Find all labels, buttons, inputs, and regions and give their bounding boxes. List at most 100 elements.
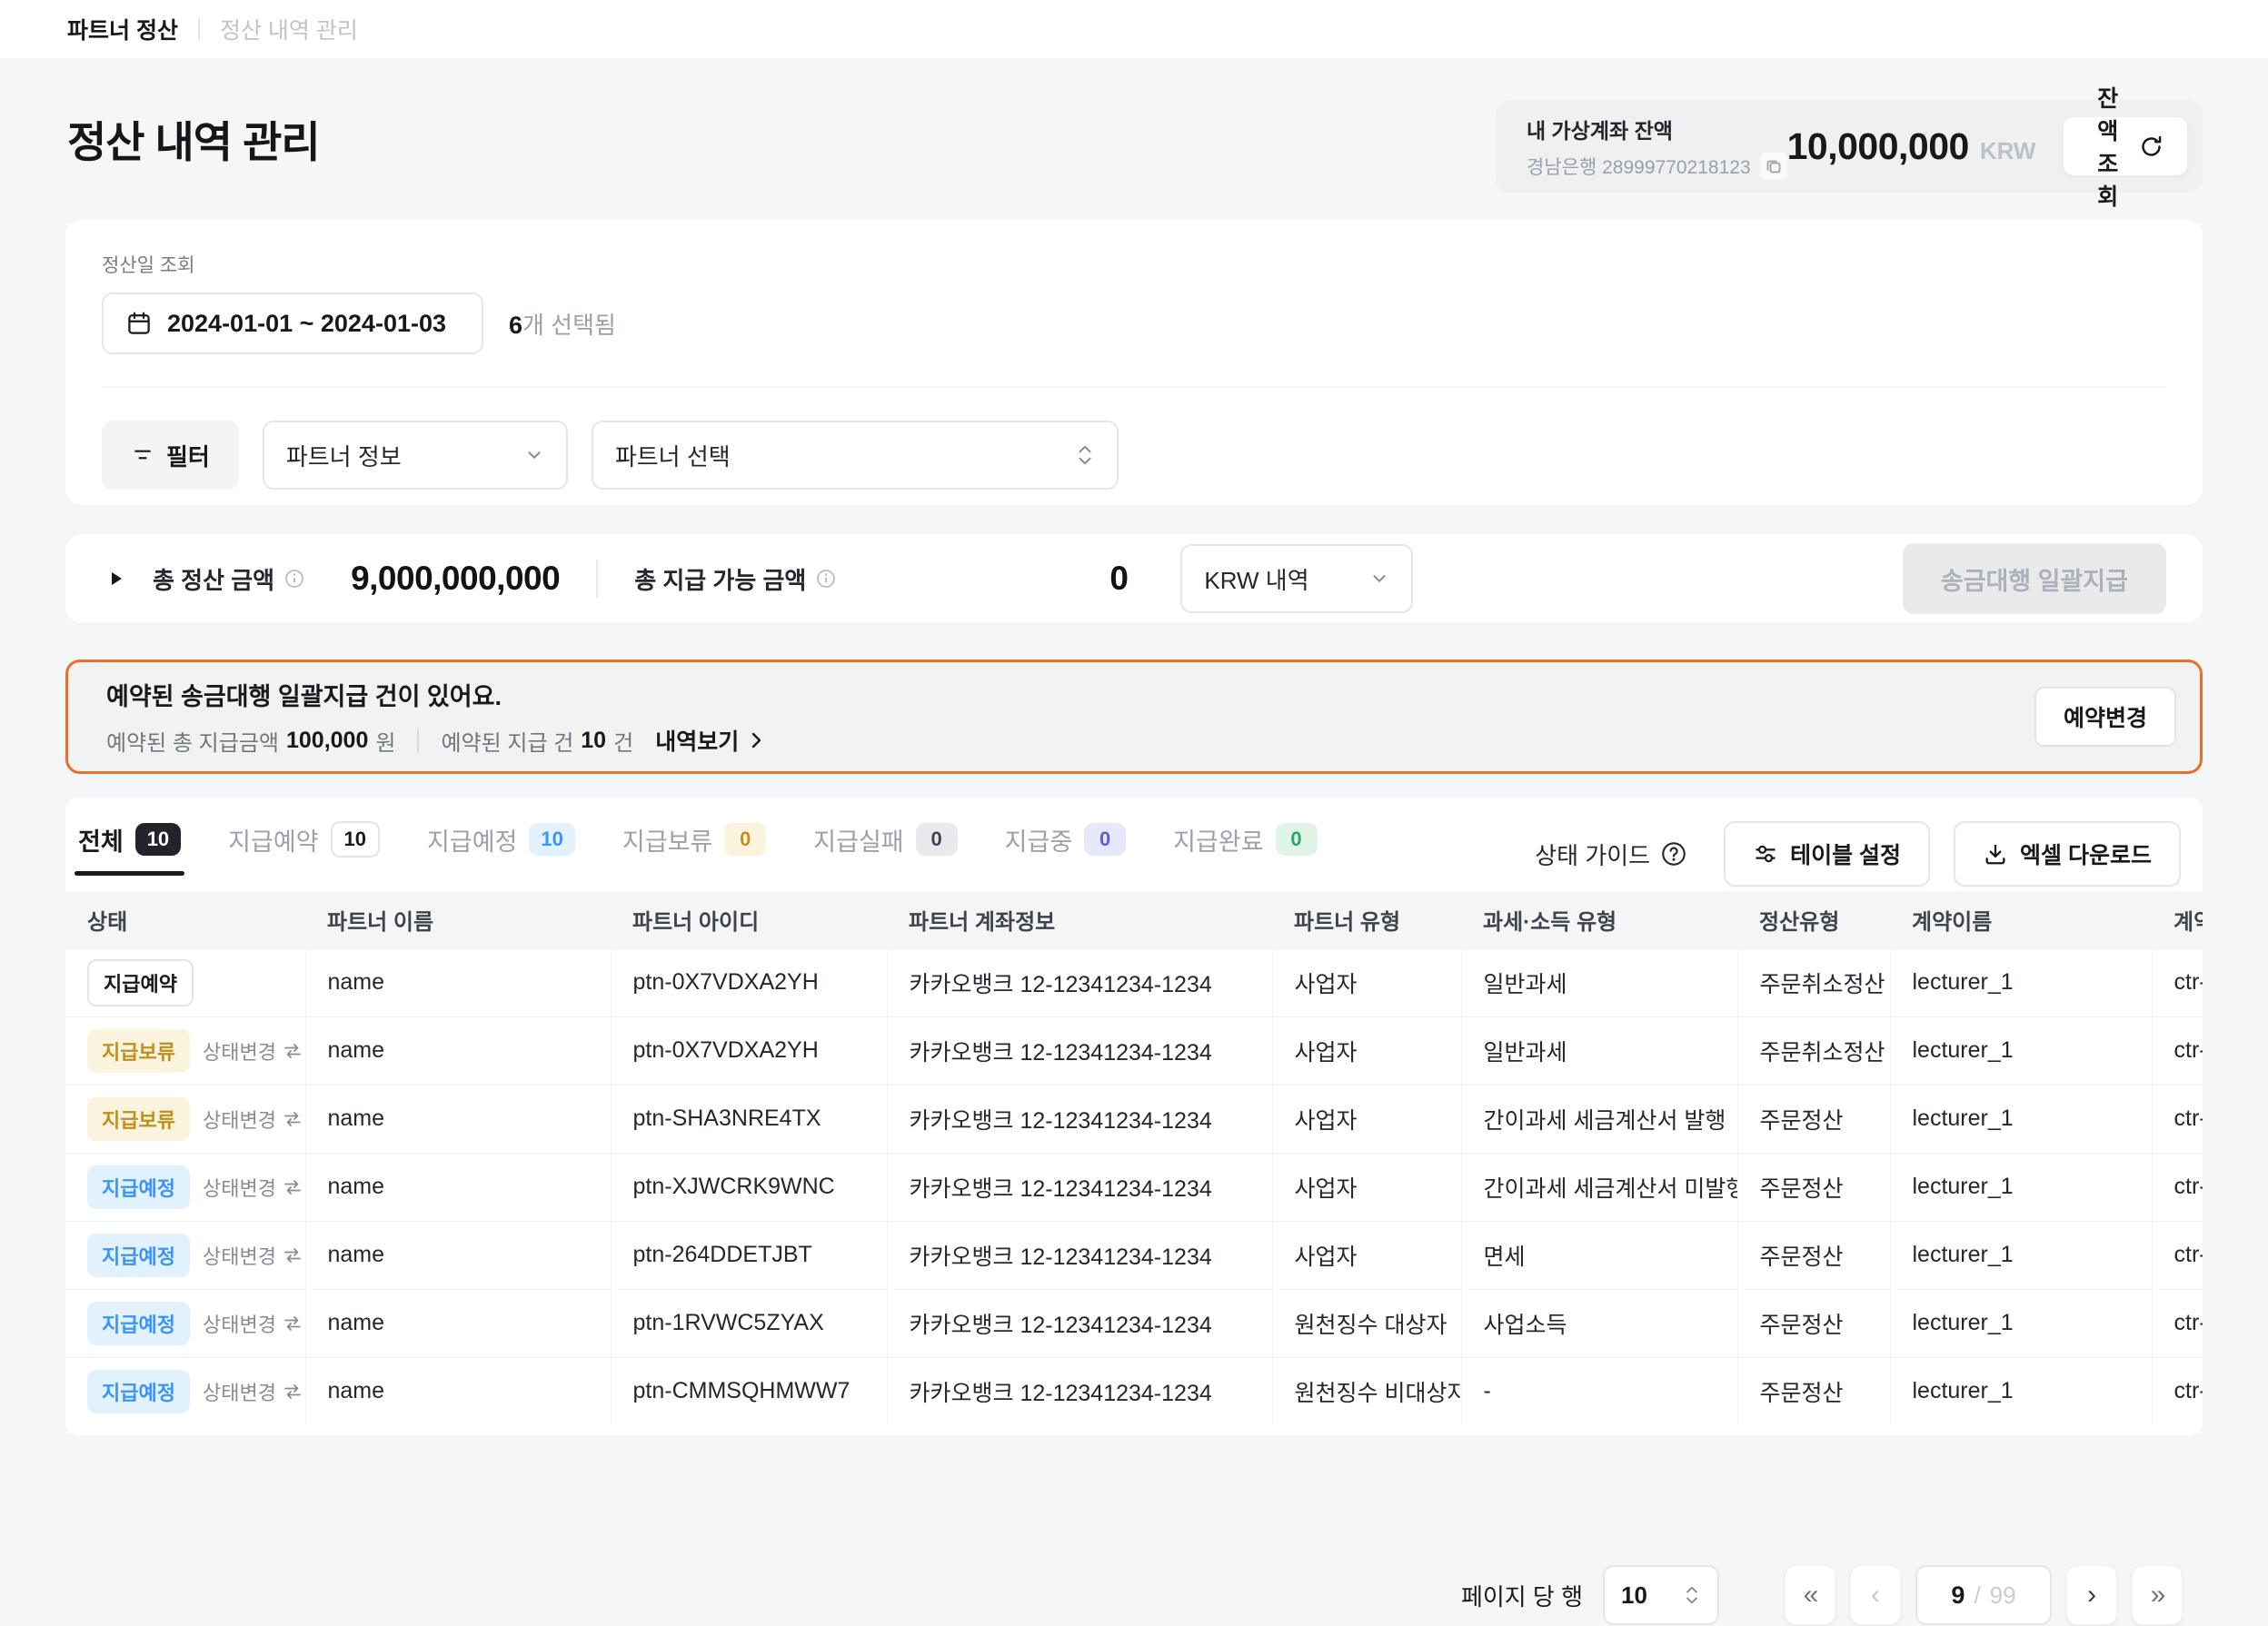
table-row[interactable]: 지급예정 상태변경 name ptn-1RVWC5ZYAX 카카오뱅크 12-1…	[65, 1289, 2203, 1357]
excel-download-button[interactable]: 엑셀 다운로드	[1954, 821, 2181, 887]
tab-count-badge: 0	[1084, 823, 1126, 856]
date-range-picker[interactable]: 2024-01-01 ~ 2024-01-03	[102, 292, 483, 354]
status-change-label: 상태변경	[203, 1309, 276, 1338]
cell-contract-name: lecturer_1	[1890, 1153, 2152, 1221]
summary-divider	[596, 560, 598, 598]
status-tab[interactable]: 지급예정 10	[427, 821, 575, 876]
cell-partner-name: name	[305, 948, 611, 1016]
filter-button[interactable]: 필터	[102, 421, 239, 490]
balance-amount: 10,000,000	[1787, 125, 1969, 168]
partner-select-dropdown[interactable]: 파트너 선택	[592, 421, 1119, 490]
balance-account-number: 경남은행 28999770218123	[1527, 153, 1751, 180]
cell-partner-name: name	[305, 1016, 611, 1085]
reserved-amount-unit: 원	[375, 725, 395, 757]
copy-icon[interactable]	[1760, 153, 1787, 180]
tab-label: 전체	[78, 822, 124, 858]
rows-per-page-select[interactable]: 10	[1603, 1565, 1719, 1625]
status-change-button[interactable]: 상태변경	[203, 1309, 303, 1338]
cell-partner-id: ptn-0X7VDXA2YH	[611, 948, 887, 1016]
column-header: 계약	[2152, 892, 2203, 948]
page-indicator[interactable]: 9 / 99	[1915, 1565, 2052, 1625]
table-row[interactable]: 지급보류 상태변경 name ptn-0X7VDXA2YH 카카오뱅크 12-1…	[65, 1016, 2203, 1085]
total-payable-label: 총 지급 가능 금액	[634, 562, 806, 596]
swap-icon	[283, 1112, 303, 1126]
cell-account: 카카오뱅크 12-12341234-1234	[887, 1085, 1272, 1153]
table-row[interactable]: 지급예정 상태변경 name ptn-XJWCRK9WNC 카카오뱅크 12-1…	[65, 1153, 2203, 1221]
table-settings-button[interactable]: 테이블 설정	[1724, 821, 1930, 887]
cell-partner-id: ptn-XJWCRK9WNC	[611, 1153, 887, 1221]
balance-refresh-button[interactable]: 잔액조회	[2063, 116, 2188, 176]
cell-settlement-type: 주문정산	[1737, 1153, 1890, 1221]
last-page-button[interactable]: »	[2132, 1565, 2183, 1625]
table-body: 지급예약 name ptn-0X7VDXA2YH 카카오뱅크 12-123412…	[65, 948, 2203, 1425]
filter-button-label: 필터	[166, 439, 210, 472]
selected-count: 6개 선택됨	[509, 307, 616, 341]
swap-icon	[283, 1316, 303, 1331]
status-badge: 지급예정	[87, 1370, 190, 1413]
status-tab[interactable]: 지급실패 0	[813, 821, 957, 876]
status-tabs: 전체 10 지급예약 10 지급예정 10 지급보류 0 지급실패 0 지급중 …	[78, 821, 1318, 876]
previous-page-button[interactable]: ‹	[1850, 1565, 1901, 1625]
table-row[interactable]: 지급보류 상태변경 name ptn-SHA3NRE4TX 카카오뱅크 12-1…	[65, 1085, 2203, 1153]
reserved-count-label: 예약된 지급 건	[441, 725, 573, 757]
status-tab[interactable]: 지급완료 0	[1173, 821, 1317, 876]
cell-tax-type: 간이과세 세금계산서 발행	[1461, 1085, 1737, 1153]
cell-contract-name: lecturer_1	[1890, 948, 2152, 1016]
cell-account: 카카오뱅크 12-12341234-1234	[887, 1016, 1272, 1085]
info-icon[interactable]	[815, 568, 837, 590]
view-details-link[interactable]: 내역보기	[655, 724, 764, 757]
topbar: 파트너 정산 정산 내역 관리	[0, 0, 2268, 58]
first-page-button[interactable]: «	[1785, 1565, 1835, 1625]
breadcrumb-separator	[198, 17, 200, 41]
swap-icon	[283, 1180, 303, 1195]
filter-category-dropdown[interactable]: 파트너 정보	[263, 421, 568, 490]
partner-select-value: 파트너 선택	[615, 439, 731, 472]
date-filter-label: 정산일 조회	[102, 251, 2166, 278]
table-row[interactable]: 지급예정 상태변경 name ptn-CMMSQHMWW7 카카오뱅크 12-1…	[65, 1357, 2203, 1425]
expand-caret-icon[interactable]	[109, 570, 124, 588]
status-change-button[interactable]: 상태변경	[203, 1377, 303, 1406]
status-tab[interactable]: 지급중 0	[1005, 821, 1127, 876]
download-icon	[1983, 841, 2008, 867]
balance-refresh-label: 잔액조회	[2087, 81, 2128, 212]
balance-currency: KRW	[1980, 137, 2036, 165]
currency-detail-dropdown[interactable]: KRW 내역	[1180, 544, 1413, 613]
cell-contract-name: lecturer_1	[1890, 1357, 2152, 1425]
table-row[interactable]: 지급예약 name ptn-0X7VDXA2YH 카카오뱅크 12-123412…	[65, 948, 2203, 1016]
total-settlement-value: 9,000,000,000	[351, 560, 560, 598]
status-tab[interactable]: 지급예약 10	[228, 821, 380, 876]
cell-contract-name: lecturer_1	[1890, 1085, 2152, 1153]
balance-label: 내 가상계좌 잔액	[1527, 114, 1787, 144]
status-change-button[interactable]: 상태변경	[203, 1105, 303, 1134]
status-tab[interactable]: 지급보류 0	[622, 821, 766, 876]
cell-contract-id: ctr-N	[2152, 1016, 2203, 1085]
table-row[interactable]: 지급예정 상태변경 name ptn-264DDETJBT 카카오뱅크 12-1…	[65, 1221, 2203, 1289]
breadcrumb-section[interactable]: 파트너 정산	[67, 13, 178, 45]
rows-per-page-label: 페이지 당 행	[1461, 1579, 1583, 1612]
chevron-updown-icon	[1075, 442, 1095, 468]
cell-partner-id: ptn-0X7VDXA2YH	[611, 1016, 887, 1085]
status-change-label: 상태변경	[203, 1377, 276, 1406]
chevron-right-icon	[748, 730, 764, 750]
swap-icon	[283, 1248, 303, 1263]
tab-count-badge: 10	[331, 821, 380, 858]
next-page-button[interactable]: ›	[2066, 1565, 2117, 1625]
status-change-button[interactable]: 상태변경	[203, 1173, 303, 1202]
reserved-amount-label: 예약된 총 지급금액	[106, 725, 279, 757]
info-icon[interactable]	[284, 568, 305, 590]
breadcrumb-current: 정산 내역 관리	[220, 13, 358, 45]
rows-per-page-value: 10	[1621, 1581, 1647, 1610]
status-change-button[interactable]: 상태변경	[203, 1036, 303, 1066]
table-header-row: 상태파트너 이름파트너 아이디파트너 계좌정보파트너 유형과세·소득 유형정산유…	[65, 892, 2203, 948]
cell-partner-type: 사업자	[1272, 1016, 1461, 1085]
status-change-button[interactable]: 상태변경	[203, 1241, 303, 1270]
change-reservation-button[interactable]: 예약변경	[2034, 687, 2176, 747]
bulk-pay-button[interactable]: 송금대행 일괄지급	[1903, 543, 2166, 614]
excel-download-label: 엑셀 다운로드	[2020, 838, 2152, 870]
cell-partner-name: name	[305, 1289, 611, 1357]
status-tab[interactable]: 전체 10	[78, 821, 181, 876]
cell-settlement-type: 주문정산	[1737, 1085, 1890, 1153]
status-guide-link[interactable]: 상태 가이드	[1535, 838, 1687, 871]
column-header: 정산유형	[1737, 892, 1890, 948]
status-change-label: 상태변경	[203, 1173, 276, 1202]
